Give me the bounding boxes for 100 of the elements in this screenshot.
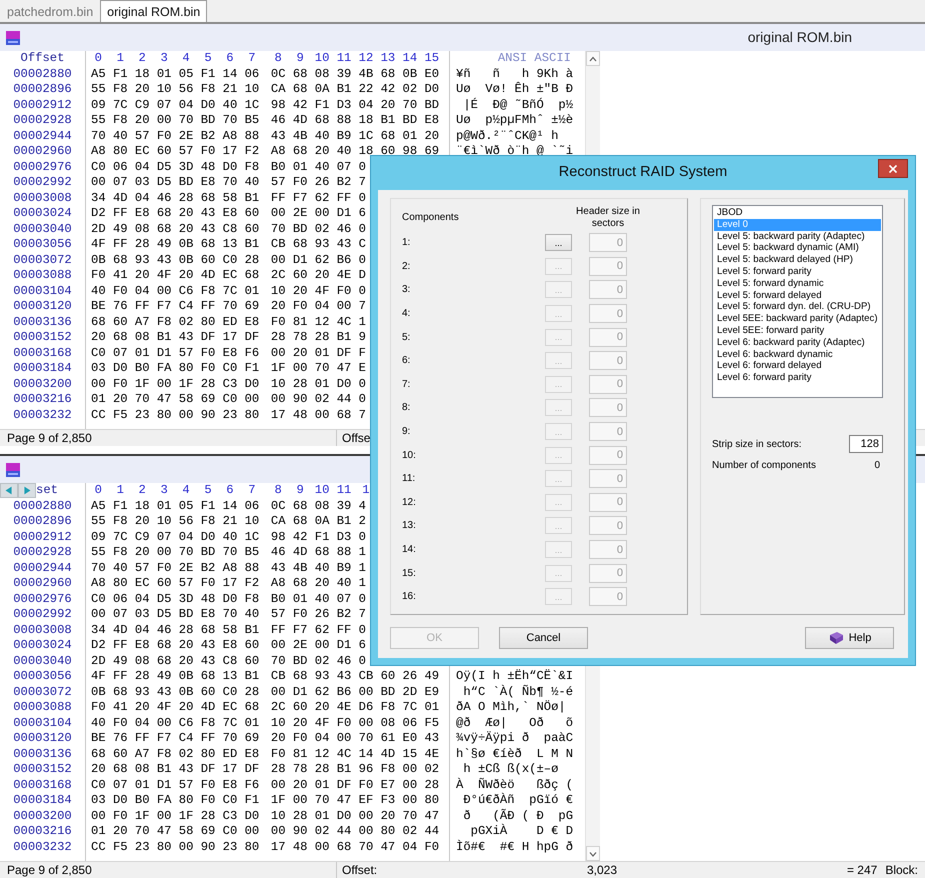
hex-bytes: 98 42 F1 D3 0 bbox=[270, 530, 366, 544]
hex-bytes: 57 F0 26 B2 7 bbox=[270, 175, 366, 189]
hex-bytes: 70 BD 02 46 0 bbox=[270, 222, 366, 236]
close-button[interactable] bbox=[878, 159, 908, 178]
offset-cell-text: 00003200 bbox=[12, 376, 73, 392]
hex-bytes: 00 90 02 44 00 80 02 44 bbox=[270, 824, 440, 838]
hex-bytes: A8 80 EC 60 57 F0 17 F2 bbox=[91, 576, 260, 590]
ascii-text: Uø Vø! Êh ±"B Ð bbox=[456, 82, 574, 96]
cancel-button[interactable]: Cancel bbox=[499, 627, 588, 649]
offset-cell-text: 00002944 bbox=[12, 128, 73, 144]
list-item[interactable]: Level 6: forward delayed bbox=[714, 360, 881, 372]
ascii-text: ¾vÿ÷Äÿpi ð paàC bbox=[456, 731, 574, 745]
list-item[interactable]: Level 5: backward dynamic (AMI) bbox=[714, 242, 881, 254]
offset-cell-text: 00003152 bbox=[12, 330, 73, 346]
column-header: 7 bbox=[247, 51, 257, 66]
hex-bytes: 00 2E 00 D1 6 bbox=[270, 638, 366, 652]
hex-bytes: BE 76 FF F7 C4 FF 70 69 bbox=[91, 731, 260, 745]
file-tab[interactable]: patchedrom.bin bbox=[0, 0, 100, 22]
column-header: 8 bbox=[274, 483, 283, 498]
column-header: Offset bbox=[20, 51, 64, 66]
list-item[interactable]: Level 5: forward parity bbox=[714, 266, 881, 278]
offset-cell-text: 00002976 bbox=[12, 160, 73, 175]
list-item[interactable]: Level 5: backward parity (Adaptec) bbox=[714, 230, 881, 242]
column-header: 0 bbox=[94, 483, 103, 498]
hex-bytes: 20 68 08 B1 43 DF 17 DF bbox=[91, 330, 260, 344]
component-label: 6: bbox=[402, 354, 412, 368]
ascii-text: |É Ð@ ˜BñÓ p½ bbox=[462, 98, 574, 112]
hex-bytes: 2C 60 20 4E D bbox=[270, 268, 366, 282]
list-item[interactable]: Level 0 bbox=[714, 218, 881, 231]
list-item[interactable]: Level 5: backward delayed (HP) bbox=[714, 254, 881, 266]
list-item[interactable]: Level 6: backward parity (Adaptec) bbox=[714, 336, 881, 349]
list-item[interactable]: Level 6: backward dynamic bbox=[714, 348, 881, 360]
hex-bytes: 00 07 03 D5 BD E8 70 40 bbox=[91, 175, 260, 189]
column-header: 12 bbox=[358, 51, 374, 66]
hex-bytes: A8 68 20 40 1 bbox=[270, 576, 366, 590]
hex-bytes: 1F 00 70 47 EF F3 00 80 bbox=[270, 793, 440, 807]
browse-button[interactable]: ... bbox=[545, 234, 572, 252]
offset-cell-text: 00002912 bbox=[12, 98, 73, 113]
raid-type-list[interactable] bbox=[712, 205, 883, 398]
scroll-down-button[interactable] bbox=[586, 846, 600, 861]
hex-bytes: 28 78 28 B1 96 F8 00 02 bbox=[270, 762, 440, 776]
offset-cell-text: 00002944 bbox=[12, 560, 73, 576]
offset-cell-text: 00003072 bbox=[12, 684, 73, 700]
offset-cell-text: 00003152 bbox=[12, 762, 73, 778]
scroll-up-button[interactable] bbox=[586, 51, 600, 66]
hex-bytes: B0 01 40 07 0 bbox=[270, 160, 366, 174]
column-header: 6 bbox=[225, 51, 235, 66]
hex-bytes: CC F5 23 80 00 90 23 80 bbox=[91, 408, 260, 422]
column-header: 1 bbox=[116, 51, 125, 66]
offset-cell-text: 00003120 bbox=[12, 299, 73, 314]
offset-cell-text: 00003136 bbox=[12, 746, 73, 762]
offset-cell-text: 00003088 bbox=[12, 268, 73, 284]
component-label: 10: bbox=[402, 448, 417, 463]
ascii-text: Ìõ#€ #€ H hpG ð bbox=[456, 840, 574, 854]
offset-cell-text: 00003200 bbox=[12, 808, 73, 824]
hex-bytes: 10 28 01 D0 00 20 70 47 bbox=[270, 808, 440, 822]
hex-bytes: 00 20 01 DF F0 E7 00 28 bbox=[270, 778, 440, 792]
offset-cell-text: 00003040 bbox=[12, 222, 73, 237]
hex-bytes: 00 20 01 DF F bbox=[270, 346, 366, 360]
column-header: 7 bbox=[247, 483, 257, 498]
hex-bytes: C0 06 04 D5 3D 48 D0 F8 bbox=[91, 160, 260, 174]
list-item[interactable]: JBOD bbox=[714, 207, 881, 219]
component-label: 15: bbox=[402, 566, 417, 581]
offset-cell-text: 00002976 bbox=[12, 592, 73, 607]
ascii-text: p@Wð.²¨ˆCK@¹ h bbox=[456, 128, 558, 142]
column-header: 2 bbox=[138, 51, 147, 66]
offset-cell-text: 00003024 bbox=[12, 638, 73, 654]
list-item[interactable]: Level 5: forward dyn. del. (CRU-DP) bbox=[714, 301, 881, 314]
hex-bytes: F0 41 20 4F 20 4D EC 68 bbox=[91, 268, 260, 282]
hex-bytes: 17 48 00 68 70 47 04 F0 bbox=[270, 840, 440, 854]
hex-bytes: FF F7 62 FF 0 bbox=[270, 190, 366, 204]
offset-cell-text: 00003184 bbox=[12, 793, 73, 808]
column-header: 8 bbox=[274, 51, 283, 66]
hex-bytes: 03 D0 B0 FA 80 F0 C0 F1 bbox=[91, 361, 260, 375]
help-button[interactable]: Help bbox=[805, 627, 894, 649]
column-header: 0 bbox=[94, 51, 103, 66]
column-header: 9 bbox=[295, 51, 305, 66]
hex-bytes: 01 20 70 47 58 69 C0 00 bbox=[91, 824, 260, 838]
hex-bytes: 43 4B 40 B9 1C 68 01 20 bbox=[270, 128, 440, 142]
offset-cell-text: 00003104 bbox=[12, 284, 73, 299]
hex-bytes: 68 60 A7 F8 02 80 ED E8 bbox=[91, 314, 260, 328]
column-header: 11 bbox=[336, 51, 352, 66]
hex-bytes: 40 F0 04 00 C6 F8 7C 01 bbox=[91, 716, 260, 730]
list-item[interactable]: Level 6: forward parity bbox=[714, 372, 881, 384]
offset-cell-text: 00003232 bbox=[12, 840, 73, 855]
hex-bytes: 55 F8 20 10 56 F8 21 10 bbox=[91, 82, 260, 96]
strip-size-field[interactable]: 128 bbox=[849, 435, 883, 453]
file-tab[interactable]: original ROM.bin bbox=[100, 0, 208, 22]
hex-bytes: 0C 68 08 39 4 bbox=[270, 498, 366, 512]
list-item[interactable]: Level 5: forward delayed bbox=[714, 290, 881, 302]
hex-bytes: D2 FF E8 68 20 43 E8 60 bbox=[91, 206, 260, 220]
list-item[interactable]: Level 5EE: backward parity (Adaptec) bbox=[714, 313, 881, 325]
offset-cell-text: 00003168 bbox=[12, 778, 73, 793]
hex-bytes: A5 F1 18 01 05 F1 14 06 bbox=[91, 66, 260, 80]
hex-editor-icon bbox=[5, 30, 21, 46]
hex-bytes: 17 48 00 68 7 bbox=[270, 408, 366, 422]
offset-value: 3,023 bbox=[586, 862, 617, 878]
list-item[interactable]: Level 5: forward dynamic bbox=[714, 278, 881, 290]
offset-cell-text: 00002928 bbox=[12, 545, 73, 560]
list-item[interactable]: Level 5EE: forward parity bbox=[714, 324, 881, 337]
